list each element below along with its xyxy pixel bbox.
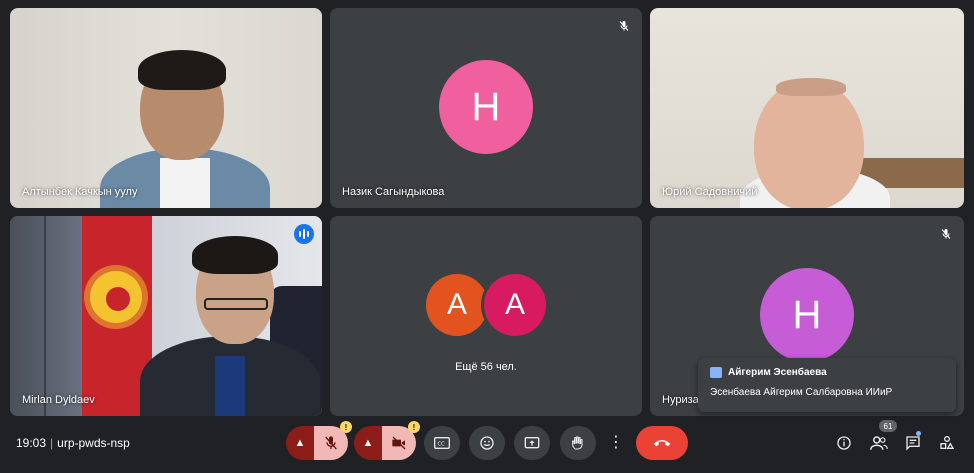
camera-off-icon bbox=[392, 436, 406, 450]
mic-off-icon bbox=[938, 226, 954, 242]
chat-notification[interactable]: Айгерим Эсенбаева Эсенбаева Айгерим Салб… bbox=[698, 358, 956, 412]
more-participants-label: Ещё 56 чел. bbox=[455, 361, 517, 373]
video-feed bbox=[10, 8, 322, 208]
mic-off-icon bbox=[325, 436, 337, 450]
warning-icon: ! bbox=[340, 421, 352, 433]
person-hair bbox=[776, 78, 846, 96]
chat-sender-row: Айгерим Эсенбаева bbox=[710, 367, 944, 378]
camera-options-button[interactable]: ▲ bbox=[354, 426, 382, 460]
people-icon bbox=[870, 436, 888, 450]
emoji-button[interactable] bbox=[469, 426, 505, 460]
person-head bbox=[754, 80, 864, 208]
unread-indicator bbox=[916, 431, 921, 436]
participants-count-badge: 61 bbox=[879, 420, 897, 432]
more-options-button[interactable]: ⋮ bbox=[606, 426, 626, 460]
hang-up-button[interactable] bbox=[636, 426, 688, 460]
mic-toggle-button[interactable]: ! bbox=[314, 421, 352, 460]
meeting-info-icon bbox=[837, 436, 851, 450]
person-hair bbox=[138, 50, 226, 90]
participant-tile[interactable]: Юрий Садовничий bbox=[650, 8, 964, 208]
closed-captions-icon: CC bbox=[434, 437, 450, 449]
participant-name: Юрий Садовничий bbox=[662, 186, 758, 198]
meeting-info-button[interactable] bbox=[833, 432, 855, 454]
participant-grid: Алтынбек Качкын уулу Н Назик Сагындыкова… bbox=[10, 8, 964, 416]
participant-tile[interactable]: Н Назик Сагындыкова bbox=[330, 8, 642, 208]
participant-tile-active-speaker[interactable]: Mirlan Dyldaev bbox=[10, 216, 322, 416]
mic-off-icon bbox=[616, 18, 632, 34]
activities-button[interactable] bbox=[936, 432, 958, 454]
glasses bbox=[204, 298, 268, 310]
raise-hand-button[interactable] bbox=[560, 426, 596, 460]
tie bbox=[215, 356, 245, 416]
present-button[interactable] bbox=[514, 426, 550, 460]
current-time: 19:03 bbox=[16, 436, 47, 450]
activities-icon bbox=[940, 436, 955, 449]
chat-sender: Айгерим Эсенбаева bbox=[728, 367, 827, 378]
meeting-info: 19:03 | urp-pwds-nsp bbox=[16, 436, 130, 450]
people-button[interactable] bbox=[868, 432, 890, 454]
participant-name: Алтынбек Качкын уулу bbox=[22, 186, 138, 198]
chat-icon bbox=[906, 436, 920, 451]
chat-icon bbox=[710, 367, 722, 378]
warning-icon: ! bbox=[408, 421, 420, 433]
others-tile[interactable]: A A Ещё 56 чел. bbox=[330, 216, 642, 416]
background-cabinet bbox=[10, 216, 82, 416]
video-feed bbox=[10, 216, 322, 416]
flag-sun bbox=[90, 271, 142, 323]
speaking-indicator-icon bbox=[294, 224, 314, 244]
captions-button[interactable]: CC bbox=[424, 426, 460, 460]
participant-avatar: A bbox=[484, 274, 546, 336]
more-options-icon: ⋮ bbox=[608, 434, 624, 451]
present-screen-icon bbox=[524, 437, 540, 449]
camera-toggle-button[interactable]: ! bbox=[382, 421, 420, 460]
chevron-up-icon: ▲ bbox=[294, 437, 306, 449]
shirt-collar bbox=[160, 158, 210, 208]
participant-name: Mirlan Dyldaev bbox=[22, 394, 95, 406]
mic-options-button[interactable]: ▲ bbox=[286, 426, 314, 460]
chat-message: Эсенбаева Айгерим Салбаровна ИИиР bbox=[710, 387, 893, 398]
participant-avatar: A bbox=[426, 274, 488, 336]
bottom-control-bar: 19:03 | urp-pwds-nsp ▲ ! ▲ ! CC ⋮ bbox=[0, 421, 974, 464]
video-feed bbox=[650, 8, 964, 208]
person-hair bbox=[192, 236, 278, 274]
chevron-up-icon: ▲ bbox=[362, 437, 374, 449]
participant-avatar: Н bbox=[439, 60, 533, 154]
separator: | bbox=[50, 436, 54, 450]
participant-name: Назик Сагындыкова bbox=[342, 186, 445, 198]
participant-name: Нуриза bbox=[662, 394, 699, 406]
chat-button[interactable] bbox=[902, 432, 924, 454]
participant-avatar: Н bbox=[760, 268, 854, 362]
emoji-icon bbox=[480, 436, 494, 450]
hang-up-icon bbox=[653, 440, 671, 447]
participant-tile[interactable]: Алтынбек Качкын уулу bbox=[10, 8, 322, 208]
svg-text:CC: CC bbox=[437, 442, 445, 448]
meeting-code: urp-pwds-nsp bbox=[57, 436, 130, 450]
raise-hand-icon bbox=[572, 436, 583, 450]
